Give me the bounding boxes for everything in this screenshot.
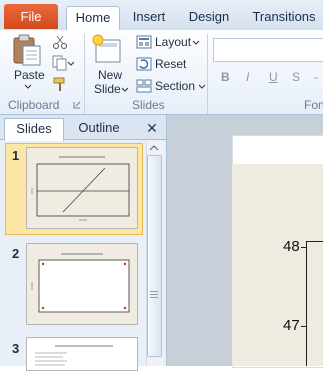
shadow-button[interactable]: S — [292, 70, 300, 84]
dialog-launcher-icon[interactable] — [73, 101, 81, 109]
chevron-down-icon — [198, 84, 206, 89]
chevron-down-icon — [121, 87, 129, 92]
slide-thumbnail-2[interactable] — [26, 243, 138, 325]
cut-icon[interactable] — [52, 34, 68, 50]
layout-button[interactable]: Layout — [136, 34, 202, 52]
chart-thumbnail — [31, 156, 130, 221]
reset-label: Reset — [155, 57, 187, 71]
chevron-down-icon — [192, 40, 200, 45]
tab-design[interactable]: Design — [180, 6, 238, 30]
font-group-label: Fon — [304, 98, 323, 112]
tab-file[interactable]: File — [4, 4, 58, 29]
paste-icon — [13, 34, 41, 66]
italic-button[interactable]: I — [246, 70, 249, 84]
paste-button[interactable]: Paste — [10, 34, 46, 94]
underline-button[interactable]: U — [269, 70, 278, 84]
chart-plot-area[interactable] — [232, 164, 323, 366]
paste-label: Paste — [14, 68, 45, 82]
slide-number: 3 — [12, 341, 20, 356]
scrollbar-thumb[interactable] — [147, 155, 162, 357]
bold-button[interactable]: B — [221, 70, 230, 84]
new-slide-icon — [92, 34, 121, 63]
chart-thumbnail — [31, 253, 130, 313]
scrollbar-grip — [150, 291, 158, 292]
slide-thumbnail-1[interactable] — [26, 147, 138, 229]
reset-button[interactable]: Reset — [136, 56, 196, 74]
tab-outline[interactable]: Outline — [68, 118, 130, 140]
tab-home[interactable]: Home — [66, 6, 120, 31]
group-separator — [84, 34, 85, 114]
tab-insert[interactable]: Insert — [124, 6, 174, 30]
layout-label: Layout — [155, 35, 192, 49]
font-name-input[interactable] — [213, 38, 323, 62]
tab-slides[interactable]: Slides — [4, 118, 64, 141]
chart-top-border — [306, 241, 323, 242]
section-icon — [136, 79, 152, 93]
axis-tick-label: 47 — [283, 317, 300, 334]
section-button[interactable]: Section — [136, 78, 206, 96]
scroll-up-icon[interactable] — [148, 144, 160, 152]
format-painter-icon[interactable] — [52, 77, 68, 93]
slides-group-label: Slides — [132, 98, 165, 112]
slide-number: 1 — [12, 148, 20, 163]
reset-icon — [136, 57, 152, 71]
slide-number: 2 — [12, 246, 20, 261]
layout-icon — [136, 35, 152, 49]
close-icon[interactable]: ✕ — [144, 118, 160, 138]
copy-icon[interactable] — [52, 55, 74, 71]
axis-tick — [301, 247, 306, 248]
section-label: Section — [155, 79, 196, 93]
tab-transitions[interactable]: Transitions — [246, 6, 322, 30]
chevron-down-icon — [24, 84, 32, 89]
text-thumbnail — [35, 345, 113, 366]
strikethrough-button[interactable]: - — [314, 70, 318, 84]
clipboard-group-label: Clipboard — [8, 98, 60, 112]
group-separator — [207, 34, 208, 114]
chart-y-axis — [306, 241, 307, 366]
new-slide-label: New — [98, 68, 123, 82]
axis-tick — [301, 326, 306, 327]
axis-tick-label: 48 — [283, 238, 300, 255]
new-slide-button[interactable]: New Slide — [90, 34, 129, 96]
new-slide-label-2: Slide — [94, 82, 121, 96]
